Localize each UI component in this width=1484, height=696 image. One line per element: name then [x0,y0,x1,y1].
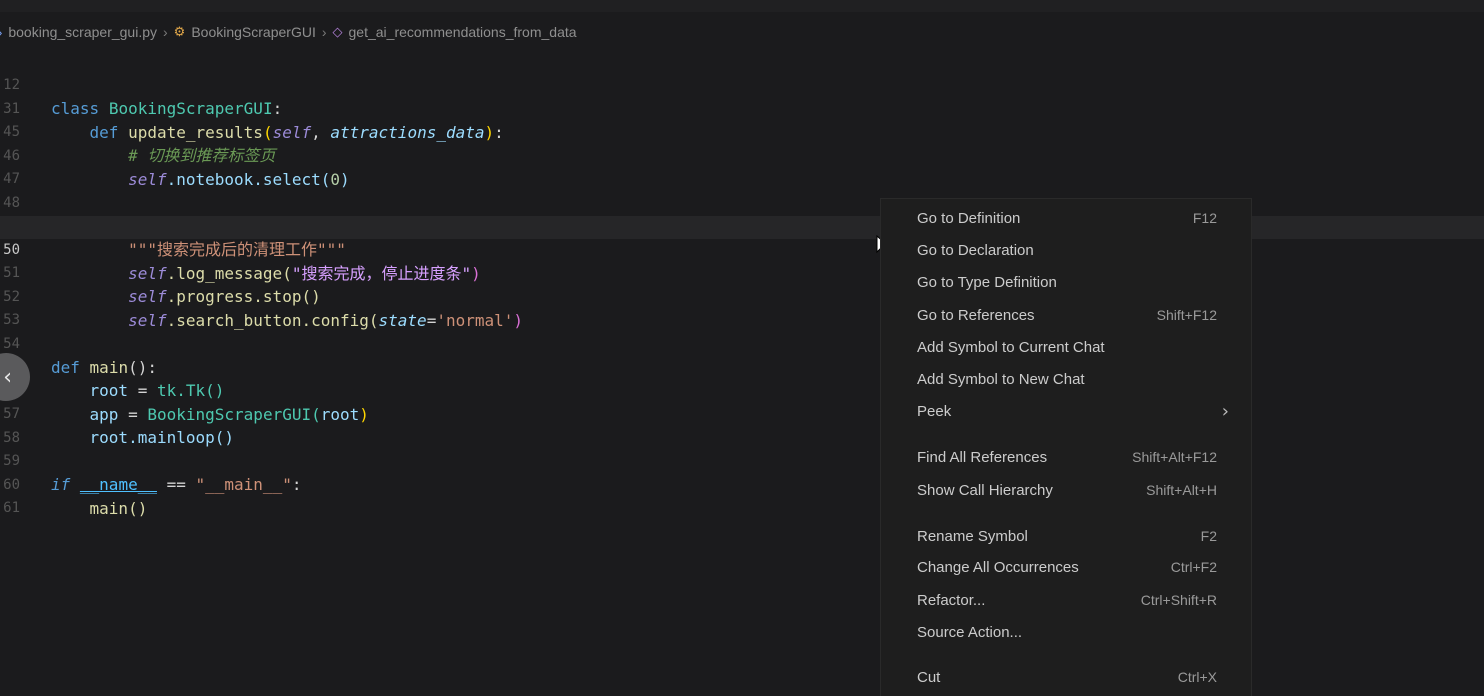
menu-item-label: Cut [917,668,941,686]
code-line-current: 50 self.log_message("搜索完成，停止进度条") [0,215,1484,283]
menu-item-refactor[interactable]: Refactor... Ctrl+Shift+R [917,587,1217,613]
menu-item-go-to-declaration[interactable]: Go to Declaration [917,237,1217,263]
breadcrumb-method-label: get_ai_recommendations_from_data [348,24,577,40]
chevron-right-icon: › [1221,400,1229,422]
method-icon: ◇ [332,24,343,39]
breadcrumb-class[interactable]: ⚙ BookingScraperGUI › [174,24,333,40]
menu-item-shortcut: Ctrl+Shift+R [1140,592,1217,608]
code-line: 46 self.notebook.select(0) [0,122,1484,189]
menu-item-label: Go to Type Definition [917,273,1057,291]
code-line: 59 if __name__ == "__main__": [0,427,1484,494]
code-text: main() [89,498,148,518]
menu-item-label: Add Symbol to New Chat [917,370,1085,388]
breadcrumb-file-label: booking_scraper_gui.py [8,24,157,40]
menu-item-shortcut: Shift+F12 [1156,307,1217,323]
line-number: 61 [3,500,20,516]
code-line: 61 [0,474,1484,516]
menu-item-label: Add Symbol to Current Chat [917,338,1105,356]
code-line: 60 main() [0,451,1484,518]
code-line: 49 """搜索完成后的清理工作""" [0,192,1484,259]
menu-item-label: Refactor... [917,591,986,609]
breadcrumb-separator: › [321,24,327,40]
code-line: 12 class BookingScraperGUI: [0,51,1484,118]
code-line: 51 self.progress.stop() [0,239,1484,306]
menu-item-shortcut: F12 [1192,210,1217,226]
menu-item-shortcut: Shift+Alt+H [1146,482,1217,498]
breadcrumb-class-label: BookingScraperGUI [191,24,316,40]
code-line: 55 root = tk.Tk() [0,333,1484,400]
menu-item-shortcut: Ctrl+F2 [1170,559,1217,575]
menu-item-add-symbol-new-chat[interactable]: Add Symbol to New Chat [917,366,1217,392]
menu-item-label: Rename Symbol [917,527,1028,545]
menu-item-go-to-references[interactable]: Go to References Shift+F12 [917,302,1217,328]
menu-item-show-call-hierarchy[interactable]: Show Call Hierarchy Shift+Alt+H [917,477,1217,503]
code-line: 52 self.search_button.config(state='norm… [0,263,1484,330]
menu-item-shortcut: Shift+Alt+F12 [1132,449,1217,465]
code-line: 31 def update_results(self, attractions_… [0,75,1484,142]
code-line: 48 def search_complete(self): [0,169,1484,236]
code-editor[interactable]: 12 class BookingScraperGUI: 31 def updat… [0,51,1484,518]
menu-item-change-all-occurrences[interactable]: Change All Occurrences Ctrl+F2 [917,554,1217,580]
context-menu: Go to Definition F12 Go to Declaration G… [880,198,1252,696]
menu-item-rename-symbol[interactable]: Rename Symbol F2 [917,523,1217,549]
menu-item-source-action[interactable]: Source Action... [917,619,1217,645]
code-line: 54 def main(): [0,310,1484,377]
menu-item-go-to-definition[interactable]: Go to Definition F12 [917,205,1217,231]
window-top-strip [0,0,1484,12]
menu-item-label: Go to Definition [917,209,1021,227]
menu-item-shortcut: Ctrl+X [1177,669,1217,685]
code-line: 57 root.mainloop() [0,380,1484,447]
menu-item-label: Find All References [917,448,1048,466]
menu-item-go-to-type-definition[interactable]: Go to Type Definition [917,269,1217,295]
menu-item-label: Go to References [917,306,1035,324]
code-line: 58 [0,404,1484,446]
menu-item-label: Source Action... [917,623,1023,641]
chevron-right-icon: › [0,25,2,40]
breadcrumb-file[interactable]: › booking_scraper_gui.py › [0,24,174,40]
breadcrumb-method[interactable]: ◇ get_ai_recommendations_from_data [333,24,577,40]
code-line: 56 app = BookingScraperGUI(root) [0,357,1484,424]
menu-item-label: Change All Occurrences [917,558,1079,576]
menu-item-label: Go to Declaration [917,241,1034,259]
menu-item-add-symbol-current-chat[interactable]: Add Symbol to Current Chat [917,334,1217,360]
code-line: 47 [0,145,1484,187]
breadcrumb: › booking_scraper_gui.py › ⚙ BookingScra… [0,18,1484,46]
code-line: 53 [0,286,1484,328]
menu-item-find-all-references[interactable]: Find All References Shift+Alt+F12 [917,444,1217,470]
class-icon: ⚙ [173,24,186,39]
menu-item-label: Show Call Hierarchy [917,481,1053,499]
breadcrumb-separator: › [163,24,168,40]
menu-item-peek[interactable]: Peek › [917,398,1229,424]
chevron-left-icon: ‹ [3,364,12,390]
menu-item-cut[interactable]: Cut Ctrl+X [917,664,1217,690]
menu-item-shortcut: F2 [1200,528,1217,544]
menu-item-label: Peek [917,402,952,420]
code-line: 45 # 切换到推荐标签页 [0,98,1484,165]
